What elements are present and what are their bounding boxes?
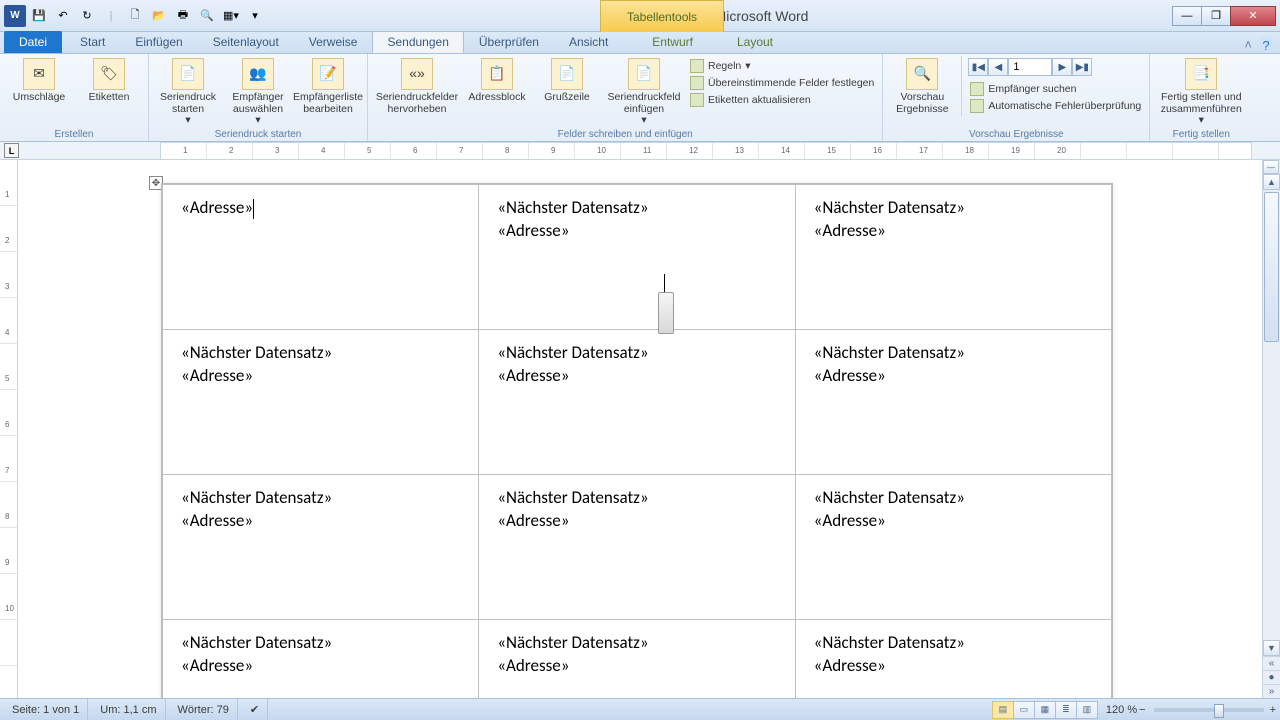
ribbon-minimize-icon[interactable]: ˄ xyxy=(1244,37,1252,53)
fehlerueberpruefung-button[interactable]: Automatische Fehlerüberprüfung xyxy=(968,98,1143,114)
preview-icon[interactable]: 🔍 xyxy=(196,5,218,27)
tab-seitenlayout[interactable]: Seitenlayout xyxy=(198,31,294,53)
label-cell[interactable]: «Nächster Datensatz»«Adresse» xyxy=(163,330,479,475)
label-cell[interactable]: «Nächster Datensatz»«Adresse» xyxy=(479,185,795,330)
open-icon[interactable]: 📂 xyxy=(148,5,170,27)
zoom-out-icon[interactable]: − xyxy=(1139,704,1145,716)
first-record-button[interactable]: ▮◀ xyxy=(968,58,988,76)
view-web-icon[interactable]: ▦ xyxy=(1034,701,1056,719)
group-seriendruck-starten: Seriendruck starten xyxy=(215,128,302,141)
last-record-button[interactable]: ▶▮ xyxy=(1072,58,1092,76)
empfaenger-suchen-button[interactable]: Empfänger suchen xyxy=(968,81,1143,97)
seriendruck-starten-button[interactable]: 📄Seriendruck starten▾ xyxy=(155,56,221,127)
fertigstellen-button[interactable]: 📑Fertig stellen und zusammenführen▾ xyxy=(1156,56,1246,127)
view-outline-icon[interactable]: ≣ xyxy=(1055,701,1077,719)
vertical-ruler[interactable]: 12345678910 xyxy=(0,160,18,698)
contextual-tab-label: Tabellentools xyxy=(600,0,724,32)
empfaengerliste-bearbeiten-button[interactable]: 📝Empfängerliste bearbeiten xyxy=(295,56,361,115)
tab-ueberpruefen[interactable]: Überprüfen xyxy=(464,31,554,53)
zoom-in-icon[interactable]: + xyxy=(1270,704,1276,716)
label-cell[interactable]: «Adresse» xyxy=(163,185,479,330)
status-position[interactable]: Um: 1,1 cm xyxy=(92,699,165,720)
scroll-up-icon[interactable]: ▲ xyxy=(1263,174,1280,190)
label-table: «Adresse» «Nächster Datensatz»«Adresse» … xyxy=(162,184,1112,698)
prev-page-icon[interactable]: « xyxy=(1263,656,1280,670)
tab-verweise[interactable]: Verweise xyxy=(294,31,373,53)
status-proofing-icon[interactable]: ✔ xyxy=(242,699,268,720)
scrollbar-thumb[interactable] xyxy=(1264,192,1279,342)
maximize-button[interactable]: ❐ xyxy=(1201,6,1231,26)
scroll-down-icon[interactable]: ▼ xyxy=(1263,640,1280,656)
regeln-button[interactable]: Regeln ▾ xyxy=(688,58,876,74)
qat-more-icon[interactable]: ▾ xyxy=(244,5,266,27)
label-cell[interactable]: «Nächster Datensatz»«Adresse» xyxy=(479,475,795,620)
tab-entwurf[interactable]: Entwurf xyxy=(637,31,708,53)
help-icon[interactable]: ? xyxy=(1258,37,1274,53)
vorschau-ergebnisse-button[interactable]: 🔍Vorschau Ergebnisse xyxy=(889,56,955,115)
status-words[interactable]: Wörter: 79 xyxy=(170,699,238,720)
etiketten-button[interactable]: 🏷Etiketten xyxy=(76,56,142,104)
group-vorschau: Vorschau Ergebnisse xyxy=(969,128,1064,141)
tab-ansicht[interactable]: Ansicht xyxy=(554,31,623,53)
tab-sendungen[interactable]: Sendungen xyxy=(372,31,463,53)
new-icon[interactable]: 🗋 xyxy=(124,5,146,27)
felder-festlegen-button[interactable]: Übereinstimmende Felder festlegen xyxy=(688,75,876,91)
label-cell[interactable]: «Nächster Datensatz»«Adresse» xyxy=(163,620,479,699)
next-record-button[interactable]: ▶ xyxy=(1052,58,1072,76)
label-cell[interactable]: «Nächster Datensatz»«Adresse» xyxy=(163,475,479,620)
group-fertigstellen: Fertig stellen xyxy=(1173,128,1230,141)
document-page[interactable]: «Adresse» «Nächster Datensatz»«Adresse» … xyxy=(161,183,1113,698)
label-cell[interactable]: «Nächster Datensatz»«Adresse» xyxy=(795,620,1111,699)
felder-hervorheben-button[interactable]: «»Seriendruckfelder hervorheben xyxy=(374,56,460,115)
undo-icon[interactable]: ↶ xyxy=(52,5,74,27)
zoom-level[interactable]: 120 % xyxy=(1106,704,1137,716)
redo-icon[interactable]: ↻ xyxy=(76,5,98,27)
empfaenger-auswaehlen-button[interactable]: 👥Empfänger auswählen▾ xyxy=(225,56,291,127)
vertical-scrollbar[interactable]: — ▲ ▼ « ● » xyxy=(1262,160,1280,698)
group-felder: Felder schreiben und einfügen xyxy=(558,128,693,141)
record-number-input[interactable] xyxy=(1008,58,1052,76)
cursor-icon xyxy=(658,274,674,334)
label-cell[interactable]: «Nächster Datensatz»«Adresse» xyxy=(795,475,1111,620)
next-page-icon[interactable]: » xyxy=(1263,684,1280,698)
minimize-button[interactable]: — xyxy=(1172,6,1202,26)
view-print-layout-icon[interactable]: ▤ xyxy=(992,701,1014,719)
seriendruckfeld-einfuegen-button[interactable]: 📄Seriendruckfeld einfügen▾ xyxy=(604,56,684,127)
table-icon[interactable]: ▦▾ xyxy=(220,5,242,27)
view-fullscreen-icon[interactable]: ▭ xyxy=(1013,701,1035,719)
label-cell[interactable]: «Nächster Datensatz»«Adresse» xyxy=(795,330,1111,475)
zoom-slider[interactable] xyxy=(1154,708,1264,712)
tab-layout[interactable]: Layout xyxy=(722,31,788,53)
browse-object-icon[interactable]: ● xyxy=(1263,670,1280,684)
prev-record-button[interactable]: ◀ xyxy=(988,58,1008,76)
label-cell[interactable]: «Nächster Datensatz»«Adresse» xyxy=(479,330,795,475)
tab-selector-icon[interactable]: L xyxy=(4,143,19,158)
grusszeile-button[interactable]: 📄Grußzeile xyxy=(534,56,600,104)
tab-einfuegen[interactable]: Einfügen xyxy=(120,31,197,53)
close-button[interactable]: ✕ xyxy=(1230,6,1276,26)
ruler-toggle-icon[interactable]: — xyxy=(1263,160,1279,174)
qat-sep: | xyxy=(100,5,122,27)
etiketten-aktualisieren-button[interactable]: Etiketten aktualisieren xyxy=(688,92,876,108)
label-cell[interactable]: «Nächster Datensatz»«Adresse» xyxy=(479,620,795,699)
horizontal-ruler[interactable]: 1234567891011121314151617181920 xyxy=(160,142,1252,160)
tab-start[interactable]: Start xyxy=(65,31,120,53)
tab-datei[interactable]: Datei xyxy=(4,31,62,53)
adressblock-button[interactable]: 📋Adressblock xyxy=(464,56,530,104)
save-icon[interactable]: 💾 xyxy=(28,5,50,27)
status-page[interactable]: Seite: 1 von 1 xyxy=(4,699,88,720)
umschlaege-button[interactable]: ✉Umschläge xyxy=(6,56,72,104)
label-cell[interactable]: «Nächster Datensatz»«Adresse» xyxy=(795,185,1111,330)
quickprint-icon[interactable]: 🖶 xyxy=(172,5,194,27)
group-erstellen: Erstellen xyxy=(55,128,94,141)
word-icon[interactable]: W xyxy=(4,5,26,27)
view-draft-icon[interactable]: ▥ xyxy=(1076,701,1098,719)
